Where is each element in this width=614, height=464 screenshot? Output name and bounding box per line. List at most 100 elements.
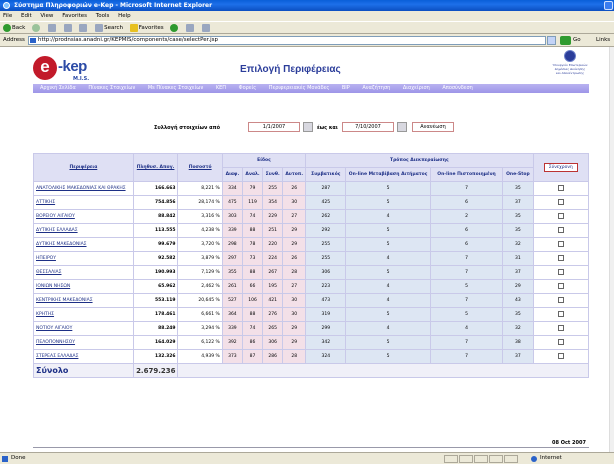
select-checkbox[interactable] — [557, 212, 564, 219]
nav-bir[interactable]: ΒΙΡ — [342, 85, 350, 91]
region-link[interactable]: ΚΕΝΤΡΙΚΗΣ ΜΑΚΕΔΟΝΙΑΣ — [33, 293, 134, 308]
select-checkbox[interactable] — [557, 240, 564, 247]
header-type-synth: Συνθ. — [262, 167, 284, 182]
type-autop-cell: 29 — [282, 223, 307, 238]
forward-button[interactable] — [32, 22, 41, 34]
nav-kep[interactable]: ΚΕΠ — [216, 85, 226, 91]
type-diff-cell: 339 — [221, 321, 243, 336]
region-link[interactable]: ΙΟΝΙΩΝ ΝΗΣΩΝ — [33, 279, 134, 294]
type-synth-cell: 306 — [262, 335, 284, 350]
region-link[interactable]: ΔΥΤΙΚΗΣ ΜΑΚΕΔΟΝΙΑΣ — [33, 237, 134, 252]
region-link[interactable]: ΗΠΕΙΡΟΥ — [33, 251, 134, 266]
select-checkbox[interactable] — [557, 324, 564, 331]
region-link[interactable]: ΝΟΤΙΟΥ ΑΙΓΑΙΟΥ — [33, 321, 134, 336]
proc-online-certified-cell: 5 — [429, 307, 504, 322]
menu-view[interactable]: View — [40, 13, 53, 19]
header-region[interactable]: Περιφέρεια — [33, 153, 134, 182]
nav-admin[interactable]: Διαχείριση — [403, 85, 430, 91]
back-label: Back — [12, 25, 26, 31]
region-link[interactable]: ΒΟΡΕΙΟΥ ΑΙΓΑΙΟΥ — [33, 209, 134, 224]
links-button[interactable]: Links — [596, 34, 610, 47]
menu-favorites[interactable]: Favorites — [62, 13, 87, 19]
type-autop-cell: 26 — [282, 181, 307, 196]
header-population[interactable]: Πληθυσ. Απογ. — [132, 153, 179, 182]
print-button[interactable] — [201, 22, 211, 34]
proc-one-stop-cell: 35 — [502, 307, 534, 322]
region-link[interactable]: ΑΤΤΙΚΗΣ — [33, 195, 134, 210]
nav-logout[interactable]: Αποσύνδεση — [442, 85, 472, 91]
search-button[interactable]: Search — [95, 22, 123, 34]
nav-agencies[interactable]: Φορείς — [239, 85, 257, 91]
from-date-input[interactable]: 1/1/2007 — [248, 122, 300, 132]
type-anal-cell: 88 — [241, 223, 264, 238]
proc-one-stop-cell: 35 — [502, 181, 534, 196]
select-checkbox[interactable] — [557, 226, 564, 233]
region-link[interactable]: ΠΕΛΟΠΟΝΝΗΣΟΥ — [33, 335, 134, 350]
total-population: 2.679.236 — [132, 363, 179, 378]
nav-search[interactable]: Αναζήτηση — [362, 85, 390, 91]
header-percent[interactable]: Ποσοστό — [177, 153, 223, 182]
select-cell — [532, 335, 589, 350]
select-checkbox[interactable] — [557, 198, 564, 205]
type-autop-cell: 30 — [282, 293, 307, 308]
address-input[interactable]: http://prodnsias.anadni.gr/KEPMIS/compon… — [28, 36, 546, 45]
percent-cell: 7,129 % — [177, 265, 223, 280]
region-link[interactable]: ΑΝΑΤΟΛΙΚΗΣ ΜΑΚΕΔΟΝΙΑΣ ΚΑΙ ΘΡΑΚΗΣ — [33, 181, 134, 196]
media-button[interactable] — [170, 22, 179, 34]
menu-edit[interactable]: Edit — [21, 13, 32, 19]
calendar-icon[interactable] — [303, 122, 313, 132]
from-label: Συλλογή στοιχείων από — [154, 125, 221, 131]
proc-conventional-cell: 319 — [305, 307, 347, 322]
proc-one-stop-cell: 37 — [502, 265, 534, 280]
back-button[interactable]: Back — [3, 22, 25, 34]
type-anal-cell: 86 — [241, 335, 264, 350]
mail-button[interactable] — [186, 22, 195, 34]
nav-tables[interactable]: Πίνακες Στοιχείων — [88, 85, 135, 91]
select-checkbox[interactable] — [557, 296, 564, 303]
address-dropdown-icon[interactable] — [547, 36, 556, 45]
population-cell: 88.249 — [132, 321, 179, 336]
select-checkbox[interactable] — [557, 268, 564, 275]
window-controls[interactable] — [604, 1, 613, 10]
percent-cell: 28,174 % — [177, 195, 223, 210]
select-checkbox[interactable] — [557, 184, 564, 191]
to-date-input[interactable]: 7/10/2007 — [342, 122, 394, 132]
header-type-diff: Διαφ. — [221, 167, 243, 182]
region-link[interactable]: ΘΕΣΣΑΛΙΑΣ — [33, 265, 134, 280]
select-checkbox[interactable] — [557, 282, 564, 289]
region-link[interactable]: ΔΥΤΙΚΗΣ ΕΛΛΑΔΑΣ — [33, 223, 134, 238]
home-button[interactable] — [79, 22, 88, 34]
favorites-button[interactable]: Favorites — [129, 22, 164, 34]
region-link[interactable]: ΚΡΗΤΗΣ — [33, 307, 134, 322]
go-arrow-icon[interactable] — [560, 36, 571, 45]
select-checkbox[interactable] — [557, 338, 564, 345]
page-scrollbar[interactable] — [609, 47, 614, 452]
stop-button[interactable] — [47, 22, 57, 34]
header-proc-one-stop: One-Stop — [502, 167, 534, 182]
percent-cell: 6,661 % — [177, 307, 223, 322]
nav-home[interactable]: Αρχική Σελίδα — [40, 85, 76, 91]
select-checkbox[interactable] — [557, 310, 564, 317]
proc-online-transfer-cell: 4 — [345, 321, 431, 336]
select-checkbox[interactable] — [557, 254, 564, 261]
ekep-logo[interactable]: e -kep M.I.S. — [33, 56, 101, 84]
save-button[interactable]: Σύνεχρονη — [543, 163, 578, 172]
region-link[interactable]: ΣΤΕΡΕΑΣ ΕΛΛΑΔΑΣ — [33, 349, 134, 364]
refresh-button[interactable] — [63, 22, 73, 34]
type-diff-cell: 303 — [221, 209, 243, 224]
type-anal-cell: 73 — [241, 251, 264, 266]
menu-help[interactable]: Help — [118, 13, 131, 19]
go-button[interactable]: Go — [573, 34, 581, 47]
menu-tools[interactable]: Tools — [96, 13, 110, 19]
type-anal-cell: 119 — [241, 195, 264, 210]
address-label: Address — [3, 37, 25, 43]
refresh-button[interactable]: Ανανέωση — [412, 122, 454, 132]
menu-file[interactable]: File — [3, 13, 12, 19]
type-autop-cell: 27 — [282, 209, 307, 224]
type-diff-cell: 355 — [221, 265, 243, 280]
type-diff-cell: 392 — [221, 335, 243, 350]
calendar-icon[interactable] — [397, 122, 407, 132]
select-checkbox[interactable] — [557, 352, 564, 359]
nav-regional-units[interactable]: Περιφερειακές Μονάδες — [269, 85, 330, 91]
nav-ms-tables[interactable]: Ms Πίνακες Στοιχείων — [148, 85, 203, 91]
